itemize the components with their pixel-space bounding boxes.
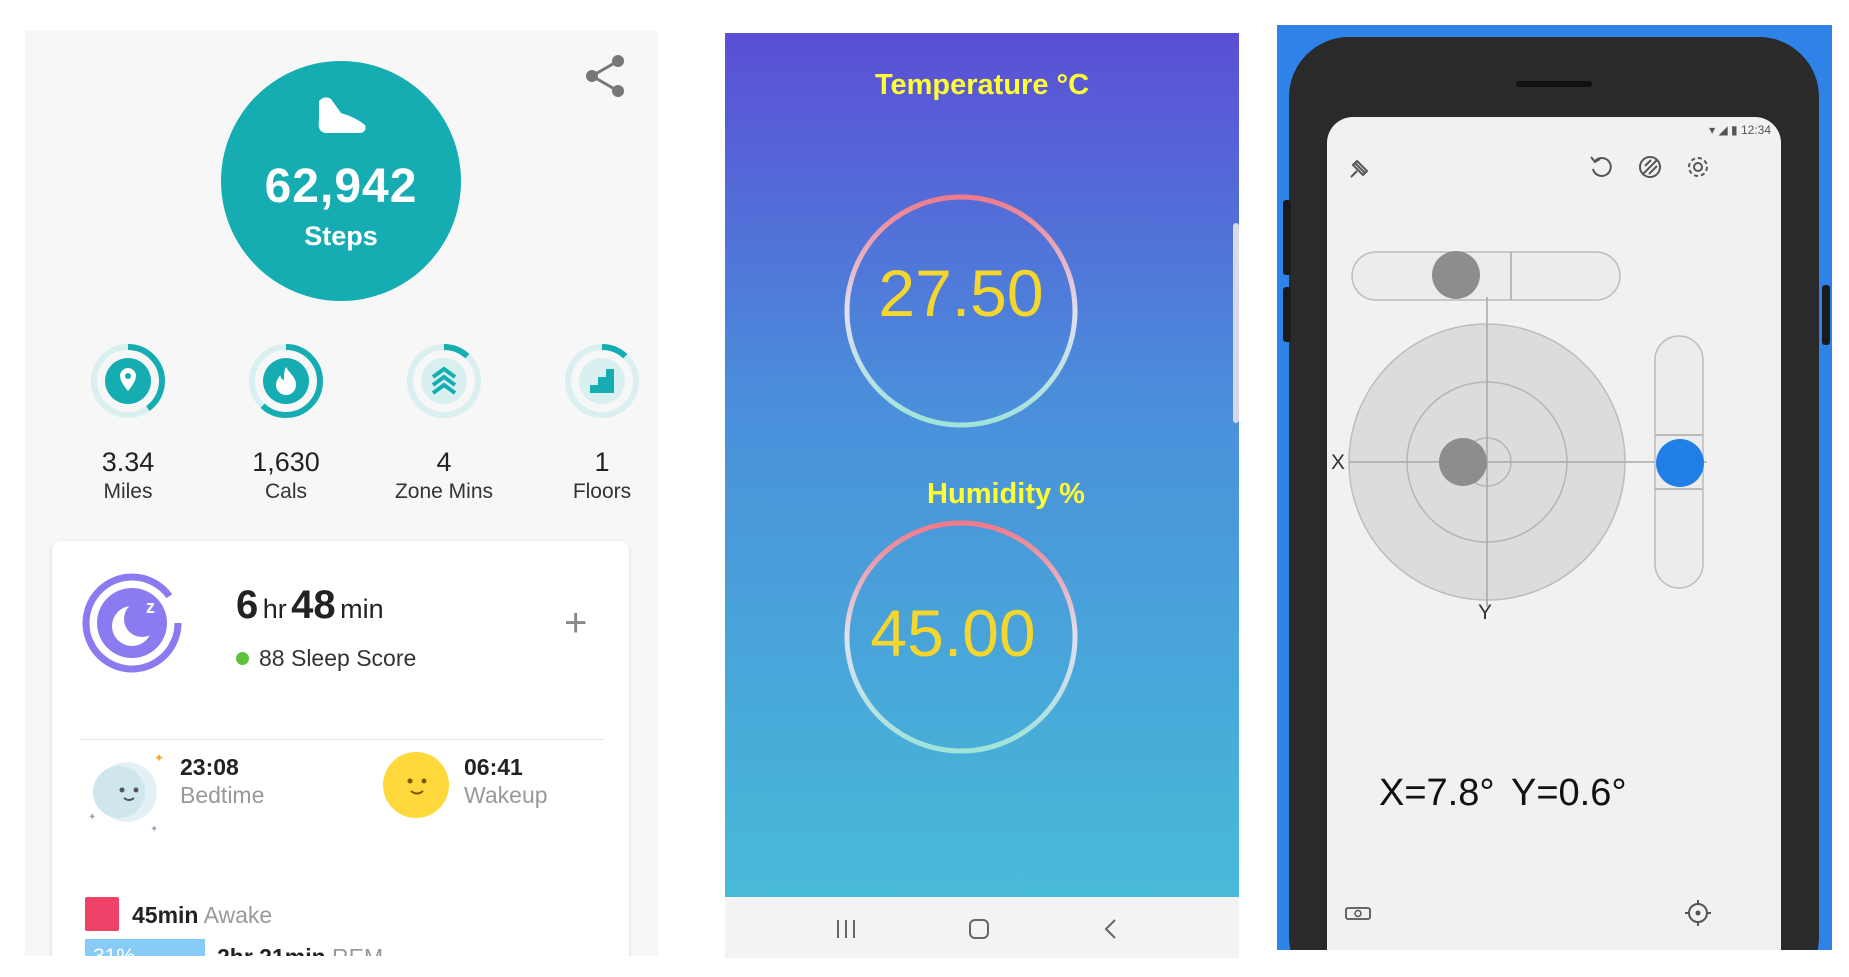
miles-label: Miles [103, 480, 153, 503]
sleep-duration: 6 hr 48 min [236, 583, 384, 628]
phone-power-button [1822, 285, 1830, 345]
steps-summary[interactable]: 62,942 Steps [221, 61, 461, 301]
flame-icon [249, 344, 323, 418]
bedtime-moon-icon: ✦ ✦ ✦ [88, 751, 164, 835]
awake-duration: 45min [132, 902, 199, 928]
awake-stage: 45min Awake [132, 902, 272, 929]
awake-swatch [85, 897, 119, 931]
sleep-minutes-unit: min [340, 594, 384, 624]
stat-miles[interactable]: 3.34 Miles [58, 341, 198, 504]
floors-value: 1 [594, 447, 610, 477]
stat-zone-mins[interactable]: 4 Zone Mins [374, 341, 514, 504]
sleep-hours-unit: hr [262, 594, 287, 624]
level-screen: ▾ ◢ ▮ 12:34 X Y X=7.8° Y=0.6° [1327, 117, 1781, 950]
circular-level [1348, 297, 1707, 607]
settings-gear-icon[interactable] [1684, 153, 1712, 181]
scroll-indicator[interactable] [1233, 223, 1239, 423]
back-icon[interactable] [1103, 918, 1119, 940]
y-angle-readout: Y=0.6° [1511, 772, 1627, 814]
bubble-level-panel: ▾ ◢ ▮ 12:34 X Y X=7.8° Y=0.6° [1277, 25, 1832, 950]
sleep-hours: 6 [236, 583, 259, 627]
phone-frame: ▾ ◢ ▮ 12:34 X Y X=7.8° Y=0.6° [1289, 37, 1819, 950]
lock-angle-icon[interactable] [1636, 153, 1664, 181]
svg-text:✦: ✦ [154, 751, 164, 765]
y-axis-label: Y [1478, 601, 1493, 624]
svg-text:z: z [146, 597, 155, 617]
sleep-minutes: 48 [291, 583, 336, 627]
recent-apps-icon[interactable] [835, 919, 857, 939]
svg-text:✦: ✦ [150, 824, 158, 835]
wakeup-label: Wakeup [464, 782, 548, 808]
shoe-icon [318, 97, 366, 133]
vertical-bubble[interactable] [1656, 439, 1704, 487]
calibrate-pin-icon[interactable] [1345, 155, 1373, 183]
temperature-humidity-panel: Temperature °C 27.50 Humidity % 45.00 [725, 33, 1239, 958]
rem-stage: 2hr 21min REM [217, 944, 383, 956]
cals-label: Cals [264, 480, 307, 503]
camera-mode-icon[interactable] [1345, 905, 1371, 921]
wakeup-value: 06:41 [464, 754, 523, 780]
humidity-value: 45.00 [870, 596, 1036, 670]
x-angle-readout: X=7.8° [1379, 772, 1495, 814]
stat-cals[interactable]: 1,630 Cals [216, 341, 356, 504]
cals-value: 1,630 [252, 447, 320, 477]
circular-bubble[interactable] [1439, 438, 1487, 486]
sleep-moon-icon: z [82, 573, 182, 673]
location-pin-icon [91, 344, 165, 418]
zone-arrows-icon [407, 344, 481, 418]
zone-mins-label: Zone Mins [394, 480, 494, 503]
bedtime-label: Bedtime [180, 782, 265, 808]
phone-volume-button [1283, 200, 1291, 275]
crosshair-icon[interactable] [1684, 899, 1712, 927]
zone-mins-value: 4 [436, 447, 452, 477]
floors-label: Floors [572, 480, 632, 503]
status-bar: ▾ ◢ ▮ 12:34 [1709, 123, 1771, 137]
stairs-icon [565, 344, 639, 418]
fitness-panel: 62,942 Steps 3.34 Miles 1,630 Cals 4 Zon… [25, 31, 658, 956]
x-axis-label: X [1331, 451, 1346, 474]
stat-floors[interactable]: 1 Floors [532, 341, 658, 504]
sleep-score-text: 88 Sleep Score [259, 645, 417, 671]
miles-value: 3.34 [101, 447, 155, 477]
share-icon[interactable] [580, 51, 630, 101]
humidity-title: Humidity % [927, 478, 1085, 510]
undo-icon[interactable] [1587, 153, 1615, 181]
home-icon[interactable] [968, 918, 990, 940]
status-time: 12:34 [1740, 123, 1771, 137]
rem-bar: 31% [85, 939, 205, 956]
rem-duration: 2hr 21min [217, 944, 326, 956]
temperature-value: 27.50 [878, 256, 1044, 330]
card-divider [79, 739, 604, 740]
phone-side-button [1283, 287, 1291, 342]
wakeup-sun-icon [383, 752, 449, 818]
rem-label: REM [332, 944, 383, 956]
awake-label: Awake [203, 902, 273, 928]
svg-text:✦: ✦ [88, 812, 96, 823]
sleep-card[interactable]: z 6 hr 48 min 88 Sleep Score + ✦ ✦ ✦ 23:… [52, 541, 629, 956]
signal-icon: ◢ [1718, 123, 1728, 137]
steps-count: 62,942 [264, 160, 418, 213]
add-sleep-button[interactable]: + [564, 601, 587, 646]
wifi-icon: ▾ [1709, 123, 1716, 137]
sleep-score: 88 Sleep Score [236, 645, 416, 672]
score-dot [236, 652, 249, 665]
temperature-title: Temperature °C [874, 69, 1090, 101]
bedtime-value: 23:08 [180, 754, 239, 780]
battery-icon: ▮ [1731, 123, 1738, 137]
steps-label: Steps [304, 221, 378, 251]
phone-speaker [1516, 81, 1592, 87]
android-nav-bar [725, 897, 1239, 958]
